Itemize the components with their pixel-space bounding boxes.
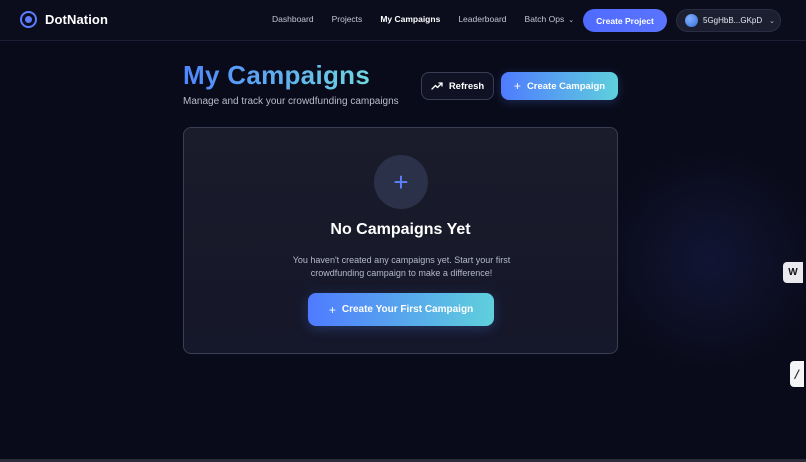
create-campaign-button[interactable]: + Create Campaign xyxy=(501,72,618,100)
background-glow xyxy=(600,150,806,370)
empty-state-title: No Campaigns Yet xyxy=(330,221,471,238)
create-first-campaign-label: Create Your First Campaign xyxy=(341,304,474,315)
page-title: My Campaigns xyxy=(183,60,371,90)
nav-link-my-campaigns[interactable]: My Campaigns xyxy=(380,14,440,24)
wallet-address: 5GgHbB...GKpD xyxy=(703,16,763,25)
plus-icon: + xyxy=(513,79,521,93)
chevron-down-icon: ⌄ xyxy=(769,17,776,25)
plus-circle-icon: + xyxy=(374,155,428,209)
trending-up-icon xyxy=(431,82,443,90)
wallet-avatar xyxy=(685,14,698,27)
empty-state-card: + No Campaigns Yet You haven't created a… xyxy=(183,127,618,354)
brand-name: DotNation xyxy=(45,12,108,27)
brand-logo[interactable]: DotNation xyxy=(20,11,108,28)
edit-pen-icon xyxy=(794,369,800,380)
side-widget-button[interactable]: W xyxy=(783,262,803,283)
nav-link-batch-ops-label: Batch Ops xyxy=(524,14,565,24)
create-campaign-label: Create Campaign xyxy=(526,80,606,92)
create-first-campaign-button[interactable]: + Create Your First Campaign xyxy=(308,293,494,326)
wallet-button[interactable]: 5GgHbB...GKpD ⌄ xyxy=(676,9,781,32)
nav-link-projects[interactable]: Projects xyxy=(332,14,363,24)
page-subtitle: Manage and track your crowdfunding campa… xyxy=(183,96,399,107)
logo-icon xyxy=(20,11,37,28)
top-navbar: DotNation Dashboard Projects My Campaign… xyxy=(0,0,806,41)
empty-state-description: You haven't created any campaigns yet. S… xyxy=(292,255,511,278)
refresh-button[interactable]: Refresh xyxy=(421,72,494,100)
create-project-button[interactable]: Create Project xyxy=(583,9,667,32)
side-tab-handle[interactable] xyxy=(790,361,804,387)
refresh-label: Refresh xyxy=(448,80,485,92)
nav-links: Dashboard Projects My Campaigns Leaderbo… xyxy=(272,14,592,24)
chevron-down-icon: ⌄ xyxy=(568,17,575,24)
nav-link-batch-ops[interactable]: Batch Ops ⌄ xyxy=(525,14,575,24)
nav-link-leaderboard[interactable]: Leaderboard xyxy=(458,14,506,24)
plus-icon: + xyxy=(328,302,336,317)
nav-link-dashboard[interactable]: Dashboard xyxy=(272,14,314,24)
